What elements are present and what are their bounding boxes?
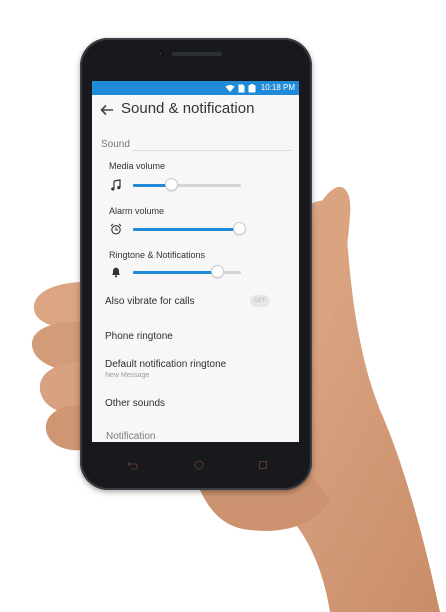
default-notification-value: New Message — [105, 372, 150, 379]
alarm-volume-label: Alarm volume — [109, 206, 165, 216]
ringtone-volume-label: Ringtone & Notifications — [109, 250, 206, 260]
alarm-volume-slider[interactable] — [133, 223, 245, 234]
default-notification-ringtone-item[interactable]: Default notification ringtone — [105, 359, 226, 370]
page-title: Sound & notification — [121, 100, 255, 117]
home-icon[interactable] — [192, 458, 206, 472]
phone-ringtone-item[interactable]: Phone ringtone — [105, 331, 173, 342]
other-sounds-item[interactable]: Other sounds — [105, 398, 165, 409]
slider-thumb[interactable] — [234, 223, 245, 234]
slider-thumb[interactable] — [212, 266, 223, 277]
alarm-clock-icon — [110, 223, 122, 235]
media-volume-label: Media volume — [109, 161, 166, 171]
bell-icon — [112, 267, 120, 278]
media-volume-slider[interactable] — [133, 179, 241, 190]
phone-screen: 10:18 PM Sound & notification Sound Medi… — [92, 81, 299, 442]
app-bar: Sound & notification — [92, 95, 299, 129]
front-camera — [157, 50, 164, 57]
section-divider — [132, 150, 292, 151]
vibrate-toggle[interactable]: OFF — [250, 295, 270, 307]
wifi-icon — [225, 85, 235, 92]
status-icons: 10:18 PM — [225, 83, 295, 93]
nav-bar — [92, 454, 299, 478]
status-bar: 10:18 PM — [92, 81, 299, 95]
battery-icon — [248, 83, 256, 92]
section-heading-sound: Sound — [101, 139, 130, 150]
recents-icon[interactable] — [256, 458, 270, 472]
slider-fill — [133, 271, 217, 274]
back-arrow-icon[interactable] — [99, 102, 115, 118]
section-heading-notification: Notification — [106, 431, 156, 442]
slider-thumb[interactable] — [166, 179, 177, 190]
ringtone-volume-slider[interactable] — [133, 266, 241, 277]
vibrate-for-calls-item[interactable]: Also vibrate for calls — [105, 296, 194, 307]
sim-icon — [238, 84, 245, 92]
slider-fill — [133, 228, 239, 231]
music-note-icon — [111, 179, 121, 191]
earpiece-speaker — [172, 52, 222, 56]
back-icon[interactable] — [125, 458, 139, 472]
status-time: 10:18 PM — [260, 83, 295, 92]
